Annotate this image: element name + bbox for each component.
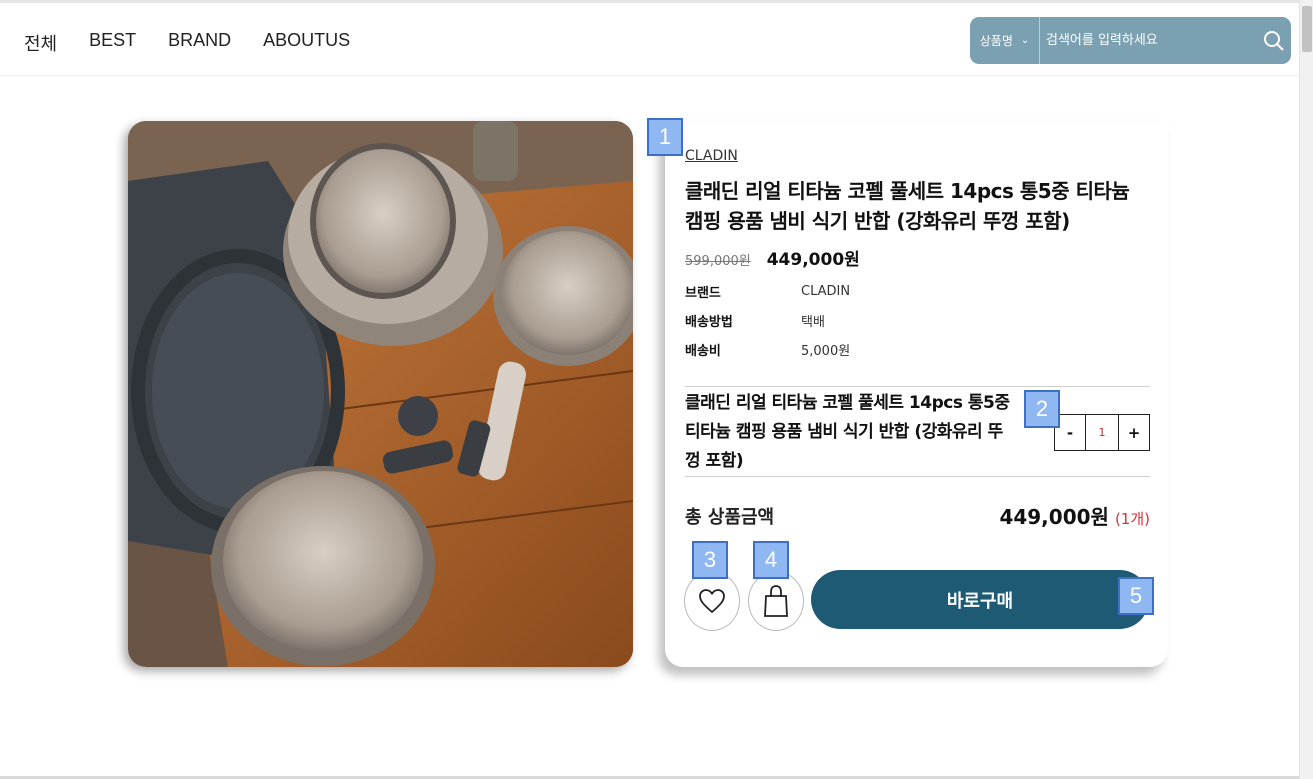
option-name: 클래딘 리얼 티타늄 코펠 풀세트 14pcs 통5중 티타늄 캠핑 용품 냄비…	[685, 393, 1010, 471]
scrollbar-thumb[interactable]	[1302, 6, 1312, 52]
product-image	[128, 121, 633, 667]
product-info-list: 브랜드 CLADIN 배송방법 택배 배송비 5,000원	[685, 277, 850, 364]
site-header: 전체 BEST BRAND ABOUTUS 상품명 ⌄	[0, 0, 1299, 76]
info-row: 배송비 5,000원	[685, 335, 850, 364]
quantity-increase-button[interactable]: +	[1118, 414, 1150, 451]
price-row: 599,000원 449,000원	[685, 245, 860, 270]
chevron-down-icon: ⌄	[1020, 35, 1030, 46]
product-title: 클래딘 리얼 티타늄 코펠 풀세트 14pcs 통5중 티타늄 캠핑 용품 냄비…	[685, 179, 1130, 233]
nav-item-aboutus[interactable]: ABOUTUS	[263, 30, 350, 56]
search-bar: 상품명 ⌄	[970, 17, 1291, 64]
heart-icon	[699, 589, 725, 614]
search-input[interactable]	[1040, 17, 1257, 64]
nav-item-brand[interactable]: BRAND	[168, 30, 231, 56]
info-row: 브랜드 CLADIN	[685, 277, 850, 306]
search-category-label: 상품명	[979, 34, 1013, 48]
original-price: 599,000원	[685, 254, 751, 269]
total-count: (1개)	[1114, 510, 1150, 528]
nav-item-all[interactable]: 전체	[24, 30, 57, 56]
total-amount: 449,000원 (1개)	[999, 501, 1150, 530]
info-value: 5,000원	[801, 344, 851, 359]
info-value: CLADIN	[801, 284, 851, 299]
quantity-stepper: - 1 +	[1054, 414, 1150, 451]
shopping-bag-icon	[764, 585, 788, 617]
brand-link[interactable]: CLADIN	[685, 148, 738, 164]
info-label: 배송비	[685, 344, 721, 359]
info-label: 브랜드	[685, 286, 721, 301]
buy-now-button[interactable]: 바로구매	[811, 570, 1149, 629]
sale-price: 449,000원	[766, 250, 860, 270]
marker-2: 2	[1024, 390, 1060, 428]
vertical-scrollbar[interactable]	[1299, 0, 1313, 779]
search-icon[interactable]	[1257, 17, 1291, 64]
total-price: 449,000원	[999, 505, 1109, 529]
cart-button[interactable]	[748, 571, 804, 631]
total-label: 총 상품금액	[685, 507, 775, 528]
nav-item-best[interactable]: BEST	[89, 30, 136, 56]
marker-5: 5	[1118, 577, 1154, 615]
info-label: 배송방법	[685, 315, 733, 330]
marker-4: 4	[753, 541, 789, 579]
info-row: 배송방법 택배	[685, 306, 850, 335]
main-nav: 전체 BEST BRAND ABOUTUS	[24, 30, 350, 56]
info-value: 택배	[801, 315, 825, 330]
selected-option: 클래딘 리얼 티타늄 코펠 풀세트 14pcs 통5중 티타늄 캠핑 용품 냄비…	[685, 386, 1150, 477]
marker-3: 3	[692, 541, 728, 579]
quantity-value[interactable]: 1	[1086, 414, 1118, 451]
wishlist-button[interactable]	[684, 571, 740, 631]
marker-1: 1	[647, 118, 683, 156]
product-info-card: CLADIN 클래딘 리얼 티타늄 코펠 풀세트 14pcs 통5중 티타늄 캠…	[665, 121, 1168, 667]
search-category-select[interactable]: 상품명 ⌄	[970, 17, 1040, 64]
